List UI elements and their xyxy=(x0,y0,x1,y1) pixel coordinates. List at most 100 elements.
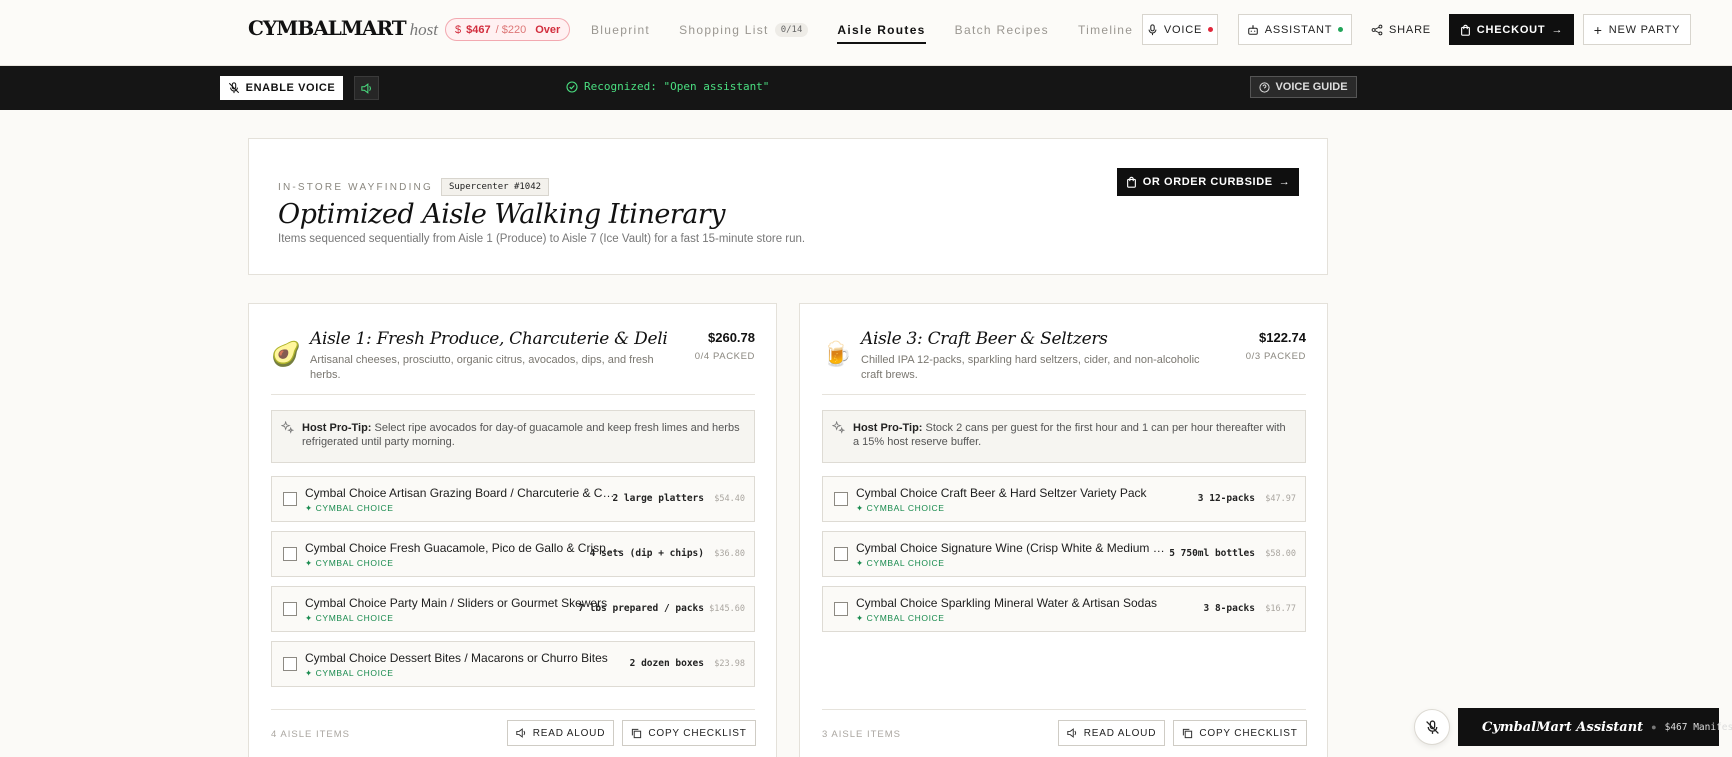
copy-checklist-label: COPY CHECKLIST xyxy=(1199,727,1298,739)
page-subtitle: Items sequenced sequentially from Aisle … xyxy=(278,233,806,245)
aisle-packed-count: 0/4 PACKED xyxy=(694,351,755,362)
checklist-item[interactable]: Cymbal Choice Fresh Guacamole, Pico de G… xyxy=(271,531,755,577)
new-party-label: NEW PARTY xyxy=(1608,23,1681,36)
aisle-description: Artisanal cheeses, prosciutto, organic c… xyxy=(310,354,654,381)
main-nav: Blueprint Shopping List 0/14 Aisle Routes… xyxy=(591,0,1162,60)
copy-icon xyxy=(1183,728,1193,738)
item-checkbox[interactable] xyxy=(283,492,297,506)
copy-checklist-button[interactable]: COPY CHECKLIST xyxy=(1173,720,1307,746)
copy-checklist-button[interactable]: COPY CHECKLIST xyxy=(622,720,756,746)
item-checkbox[interactable] xyxy=(283,657,297,671)
help-circle-icon xyxy=(1259,81,1271,93)
assistant-manifest: $467 Manifest xyxy=(1664,721,1732,733)
checklist-item[interactable]: Cymbal Choice Craft Beer & Hard Seltzer … xyxy=(822,476,1306,522)
item-brand: ✦ CYMBAL CHOICE xyxy=(305,503,394,513)
item-brand: ✦ CYMBAL CHOICE xyxy=(856,558,945,568)
speaker-icon xyxy=(1067,728,1076,738)
item-checkbox[interactable] xyxy=(834,547,848,561)
divider xyxy=(822,394,1306,395)
checkout-label: CHECKOUT xyxy=(1476,23,1546,36)
copy-checklist-label: COPY CHECKLIST xyxy=(648,727,747,739)
voice-label: VOICE xyxy=(1163,23,1203,36)
mute-microphone-button[interactable] xyxy=(1414,709,1450,745)
store-tag: Supercenter #1042 xyxy=(440,178,550,196)
plus-icon: + xyxy=(1593,21,1603,38)
item-checkbox[interactable] xyxy=(283,547,297,561)
enable-voice-label: ENABLE VOICE xyxy=(245,82,336,94)
checklist-item[interactable]: Cymbal Choice Artisan Grazing Board / Ch… xyxy=(271,476,755,522)
item-quantity: 2 large platters xyxy=(612,493,704,504)
budget-badge[interactable]: $ $467 / $220 Over xyxy=(445,18,571,41)
item-name: Cymbal Choice Craft Beer & Hard Seltzer … xyxy=(856,486,1147,500)
voice-status-dot xyxy=(1208,27,1214,32)
voice-guide-label: VOICE GUIDE xyxy=(1275,81,1348,93)
mic-off-icon xyxy=(1425,719,1439,734)
nav-shopping-list[interactable]: Shopping List 0/14 xyxy=(679,0,809,60)
read-aloud-button[interactable]: READ ALOUD xyxy=(1058,720,1165,746)
item-brand: ✦ CYMBAL CHOICE xyxy=(305,613,394,623)
item-brand: ✦ CYMBAL CHOICE xyxy=(856,503,945,513)
share-button[interactable]: SHARE xyxy=(1370,14,1432,45)
checklist-item[interactable]: Cymbal Choice Party Main / Sliders or Go… xyxy=(271,586,755,632)
share-icon xyxy=(1371,24,1383,35)
item-brand: ✦ CYMBAL CHOICE xyxy=(305,668,394,678)
bag-icon xyxy=(1126,176,1136,188)
curbside-label: OR ORDER CURBSIDE xyxy=(1142,176,1273,188)
checklist-item[interactable]: Cymbal Choice Signature Wine (Crisp Whit… xyxy=(822,531,1306,577)
eyebrow: IN-STORE WAYFINDING Supercenter #1042 xyxy=(278,178,550,196)
beer-mug-icon: 🍺 xyxy=(822,341,852,368)
item-price: $58.00 xyxy=(1265,549,1296,559)
nav-aisle-routes[interactable]: Aisle Routes xyxy=(837,0,926,60)
assistant-title: CymbalMart Assistant xyxy=(1482,719,1644,735)
assistant-button[interactable]: ASSISTANT xyxy=(1238,14,1352,45)
item-price: $145.60 xyxy=(709,604,745,614)
divider xyxy=(271,709,755,710)
sparkles-icon xyxy=(832,421,845,434)
item-quantity: 3 12-packs xyxy=(1197,493,1255,504)
voice-button[interactable]: VOICE xyxy=(1142,14,1218,45)
pro-tip-label: Host Pro-Tip: xyxy=(302,422,372,434)
speaker-icon xyxy=(516,728,525,738)
item-name: Cymbal Choice Artisan Grazing Board / Ch… xyxy=(305,486,621,500)
item-name: Cymbal Choice Sparkling Mineral Water & … xyxy=(856,596,1158,610)
item-price: $23.98 xyxy=(714,659,745,669)
item-checkbox[interactable] xyxy=(834,492,848,506)
enable-voice-button[interactable]: ENABLE VOICE xyxy=(220,76,343,100)
nav-blueprint-label: Blueprint xyxy=(591,23,651,37)
checkout-button[interactable]: CHECKOUT → xyxy=(1449,14,1574,45)
nav-batch-recipes[interactable]: Batch Recipes xyxy=(955,0,1049,60)
speaker-toggle[interactable] xyxy=(354,76,379,100)
item-checkbox[interactable] xyxy=(283,602,297,616)
assistant-launcher[interactable]: CymbalMart Assistant ● $467 Manifest xyxy=(1458,708,1732,746)
aisle-packed-count: 0/3 PACKED xyxy=(1245,351,1306,362)
nav-batch-recipes-label: Batch Recipes xyxy=(954,23,1049,37)
copy-icon xyxy=(632,728,642,738)
new-party-button[interactable]: + NEW PARTY xyxy=(1583,14,1691,45)
divider xyxy=(822,709,1306,710)
nav-timeline[interactable]: Timeline xyxy=(1078,0,1133,60)
share-label: SHARE xyxy=(1389,23,1431,36)
voice-guide-button[interactable]: VOICE GUIDE xyxy=(1250,76,1357,98)
pro-tip-label: Host Pro-Tip: xyxy=(853,422,923,434)
brand-logo[interactable]: CYMBALMART host xyxy=(248,16,438,40)
checklist-item[interactable]: Cymbal Choice Sparkling Mineral Water & … xyxy=(822,586,1306,632)
budget-status: Over xyxy=(535,23,561,36)
avocado-icon: 🥑 xyxy=(271,341,301,368)
item-name: Cymbal Choice Party Main / Sliders or Go… xyxy=(305,596,608,610)
item-checkbox[interactable] xyxy=(834,602,848,616)
checklist-item[interactable]: Cymbal Choice Dessert Bites / Macarons o… xyxy=(271,641,755,687)
item-quantity: 2 dozen boxes xyxy=(629,658,704,669)
read-aloud-button[interactable]: READ ALOUD xyxy=(507,720,614,746)
sparkles-icon xyxy=(281,421,294,434)
nav-blueprint[interactable]: Blueprint xyxy=(591,0,650,60)
item-quantity: 3 8-packs xyxy=(1203,603,1255,614)
budget-spent: $467 xyxy=(466,23,491,36)
aisle-title: Aisle 3: Craft Beer & Seltzers xyxy=(861,329,1108,349)
read-aloud-label: READ ALOUD xyxy=(532,727,606,739)
assistant-status-dot xyxy=(1338,27,1344,32)
aisle-title: Aisle 1: Fresh Produce, Charcuterie & De… xyxy=(310,329,668,349)
budget-limit: / $220 xyxy=(495,23,527,36)
top-navigation: CYMBALMART host $ $467 / $220 Over Bluepr… xyxy=(0,0,1732,66)
order-curbside-button[interactable]: OR ORDER CURBSIDE → xyxy=(1117,168,1299,196)
item-brand: ✦ CYMBAL CHOICE xyxy=(305,558,394,568)
